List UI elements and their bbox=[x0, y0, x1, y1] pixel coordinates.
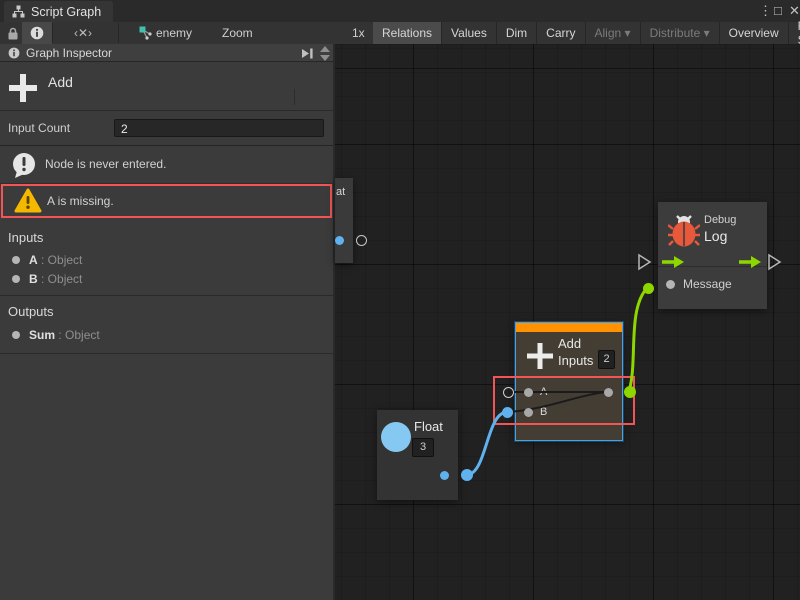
debug-log-node[interactable]: Debug Log Message bbox=[658, 202, 767, 309]
port-label-message: Message bbox=[683, 277, 732, 291]
warning-icon bbox=[14, 188, 42, 214]
info-message-box: Node is never entered. bbox=[0, 146, 333, 184]
float-node[interactable]: Float 3 bbox=[377, 410, 458, 500]
node-title-line1: Add bbox=[558, 336, 581, 351]
graph-inspector-panel: Graph Inspector Add Input Count 2 bbox=[0, 44, 335, 600]
a-input-unconnected-circle[interactable] bbox=[503, 387, 514, 398]
scrub-up-icon[interactable] bbox=[320, 46, 330, 52]
b-port-dot[interactable] bbox=[524, 408, 533, 417]
wire-start-dot[interactable] bbox=[461, 469, 473, 481]
graph-icon bbox=[12, 5, 25, 18]
node-title-line2: Log bbox=[704, 228, 727, 244]
flow-output-triangle[interactable] bbox=[769, 255, 780, 269]
partial-float-node[interactable]: at bbox=[335, 178, 353, 263]
input-count-field[interactable]: 2 bbox=[114, 119, 324, 137]
warning-message-text: A is missing. bbox=[47, 194, 114, 208]
sum-port-dot[interactable] bbox=[604, 388, 613, 397]
panel-title: Graph Inspector bbox=[26, 46, 112, 60]
node-title: Float bbox=[414, 419, 443, 434]
message-wire-end-dot[interactable] bbox=[643, 283, 654, 294]
window-maximize-icon[interactable]: □ bbox=[774, 3, 782, 19]
add-node-icon bbox=[9, 74, 37, 102]
scrub-down-icon[interactable] bbox=[320, 55, 330, 61]
dock-icon[interactable] bbox=[301, 47, 314, 60]
b-input-port-dot[interactable] bbox=[502, 407, 513, 418]
toolbar: ‹✕› enemy Zoom 1x Relations Values Dim C… bbox=[0, 22, 800, 44]
carry-button[interactable]: Carry bbox=[537, 22, 584, 44]
float-value-badge[interactable]: 3 bbox=[412, 438, 434, 457]
speech-alert-icon bbox=[11, 152, 37, 179]
port-row-sum: Sum : Object bbox=[0, 325, 333, 345]
chevron-down-icon: ▾ bbox=[704, 26, 710, 40]
graph-breadcrumb-label[interactable]: enemy bbox=[156, 25, 192, 41]
tab-script-graph[interactable]: Script Graph bbox=[4, 1, 113, 22]
toolbar-buttons: Relations Values Dim Carry Align ▾ Distr… bbox=[373, 22, 800, 44]
float-output-port-dot[interactable] bbox=[440, 471, 449, 480]
sum-output-dot[interactable] bbox=[624, 386, 636, 398]
inspector-toggle-button[interactable] bbox=[22, 22, 52, 44]
script-graph-window: Script Graph ⋮ □ ✕ ‹✕› enem bbox=[0, 0, 800, 600]
port-row-b: B : Object bbox=[0, 269, 333, 289]
code-view-icon[interactable]: ‹✕› bbox=[74, 25, 92, 41]
window-menu-icon[interactable]: ⋮ bbox=[759, 3, 772, 19]
warning-message-box: A is missing. bbox=[1, 184, 332, 218]
outputs-section-title: Outputs bbox=[8, 304, 54, 319]
port-dot bbox=[12, 331, 20, 339]
dim-button[interactable]: Dim bbox=[497, 22, 536, 44]
info-icon bbox=[8, 47, 20, 59]
node-header-section: Add bbox=[0, 63, 333, 111]
chevron-down-icon: ▾ bbox=[625, 26, 631, 40]
sum-to-message-wire[interactable] bbox=[629, 288, 647, 391]
full-screen-button[interactable]: Full Screen bbox=[789, 22, 800, 44]
input-count-label: Input Count bbox=[8, 120, 70, 136]
graph-canvas[interactable]: at Float 3 Add Inputs 2 A B bbox=[335, 44, 800, 600]
input-count-badge: 2 bbox=[598, 350, 615, 369]
info-icon bbox=[30, 26, 44, 40]
bug-icon bbox=[668, 213, 700, 247]
lock-icon[interactable] bbox=[7, 27, 19, 40]
a-port-dot[interactable] bbox=[524, 388, 533, 397]
node-divider bbox=[658, 266, 767, 267]
add-icon bbox=[527, 343, 553, 369]
node-title: at bbox=[336, 186, 345, 198]
port-dot bbox=[12, 275, 20, 283]
node-title-line2: Inputs bbox=[558, 353, 593, 368]
port-dot bbox=[12, 256, 20, 264]
node-title: Add bbox=[48, 74, 73, 90]
flow-input-triangle[interactable] bbox=[639, 255, 650, 269]
distribute-dropdown[interactable]: Distribute ▾ bbox=[641, 22, 719, 44]
graph-inspector-header: Graph Inspector bbox=[0, 44, 333, 62]
overview-button[interactable]: Overview bbox=[720, 22, 788, 44]
value-port-dot[interactable] bbox=[335, 236, 344, 245]
message-port-dot[interactable] bbox=[666, 280, 675, 289]
values-button[interactable]: Values bbox=[442, 22, 496, 44]
unconnected-port-circle[interactable] bbox=[356, 235, 367, 246]
tab-title: Script Graph bbox=[31, 5, 101, 19]
info-message-text: Node is never entered. bbox=[45, 157, 166, 171]
node-header-bar bbox=[516, 323, 622, 332]
float-type-icon bbox=[381, 422, 411, 452]
node-title-line1: Debug bbox=[704, 214, 736, 226]
window-close-icon[interactable]: ✕ bbox=[789, 3, 800, 19]
port-row-a: A : Object bbox=[0, 250, 333, 270]
tab-bar: Script Graph ⋮ □ ✕ bbox=[0, 0, 800, 22]
missing-port-highlight bbox=[493, 376, 635, 425]
graph-breadcrumb-icon bbox=[139, 26, 153, 40]
relations-button[interactable]: Relations bbox=[373, 22, 441, 44]
zoom-label: Zoom bbox=[222, 25, 253, 41]
zoom-value: 1x bbox=[352, 25, 365, 41]
align-dropdown[interactable]: Align ▾ bbox=[586, 22, 640, 44]
inputs-section-title: Inputs bbox=[8, 230, 43, 245]
